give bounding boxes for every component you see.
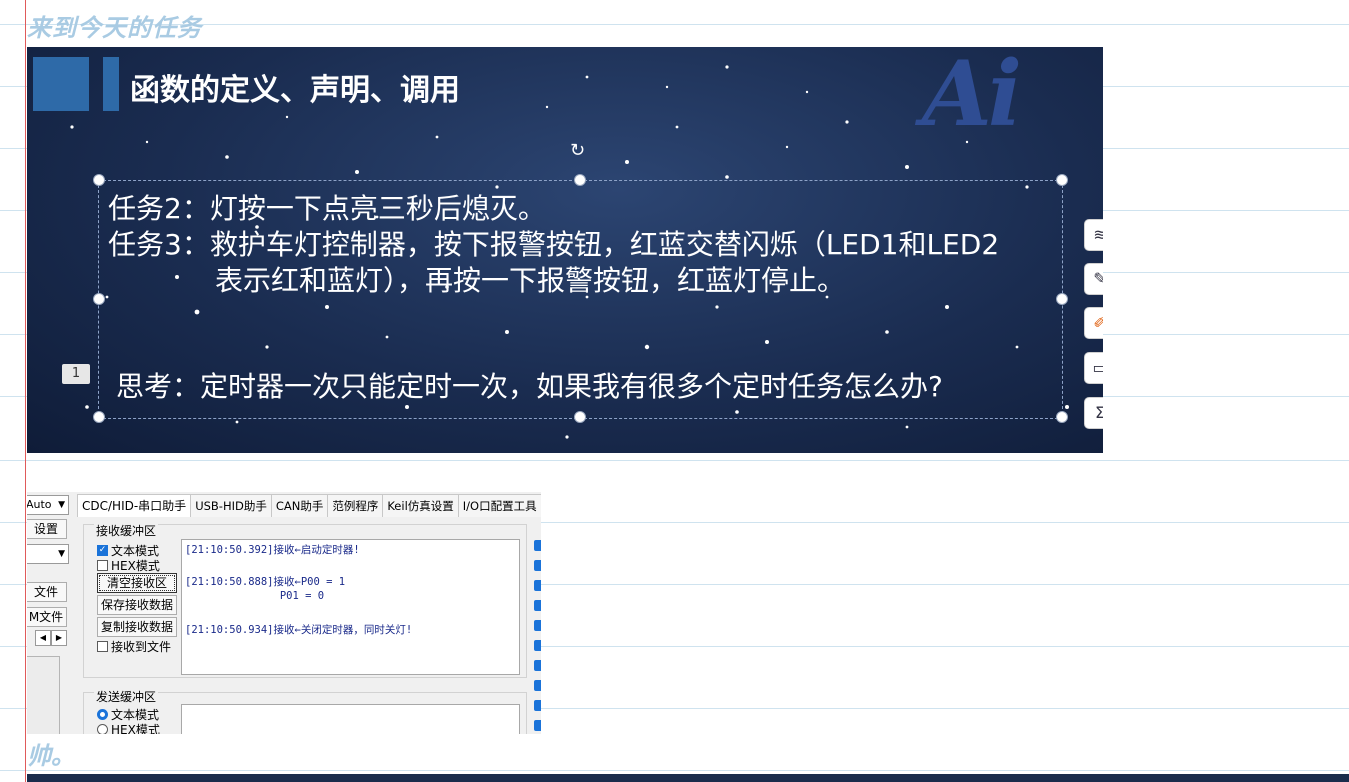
baud-select[interactable]: ▼ bbox=[27, 544, 69, 564]
radio-selected-icon bbox=[97, 709, 108, 720]
file-button[interactable]: 文件 bbox=[27, 582, 67, 602]
ruled-line bbox=[0, 460, 1349, 461]
ruled-line bbox=[0, 770, 1349, 771]
settings-button[interactable]: 设置 bbox=[27, 519, 67, 539]
radio-icon bbox=[97, 724, 108, 734]
resize-handle[interactable] bbox=[574, 411, 586, 423]
option-checkbox[interactable] bbox=[534, 700, 541, 711]
slide-image[interactable]: 函数的定义、声明、调用 Ai ↻ 任务2：灯按一下点亮三秒后熄灭。 任务3：救护… bbox=[27, 47, 1103, 453]
log-line: [21:10:50.392]接收←启动定时器! bbox=[185, 544, 360, 556]
ruled-line bbox=[0, 24, 1349, 25]
task-3-text-line1: 任务3：救护车灯控制器，按下报警按钮，红蓝交替闪烁（LED1和LED2 bbox=[108, 228, 1000, 261]
resize-handle[interactable] bbox=[93, 174, 105, 186]
clear-receive-button[interactable]: 清空接收区 bbox=[97, 573, 177, 593]
tab-can[interactable]: CAN助手 bbox=[270, 494, 329, 517]
save-receive-button[interactable]: 保存接收数据 bbox=[97, 595, 177, 615]
option-checkbox[interactable] bbox=[534, 560, 541, 571]
task-2-text: 任务2：灯按一下点亮三秒后熄灭。 bbox=[108, 192, 546, 225]
left-settings-column: Auto ▼ 设置 ▼ 文件 M文件 ◀ ▶ bbox=[27, 492, 71, 734]
receive-text-area[interactable]: [21:10:50.392]接收←启动定时器! [21:10:50.888]接收… bbox=[181, 539, 520, 675]
slide-logo: Ai bbox=[922, 47, 1022, 147]
option-checkbox[interactable] bbox=[534, 640, 541, 651]
task-3-text-line2: 表示红和蓝灯），再按一下报警按钮，红蓝灯停止。 bbox=[215, 264, 846, 297]
recv-hex-mode-label: HEX模式 bbox=[111, 559, 160, 573]
recv-hex-mode-checkbox[interactable]: HEX模式 bbox=[97, 557, 160, 574]
tab-io-config[interactable]: I/O口配置工具 bbox=[457, 494, 541, 517]
rotate-handle-icon[interactable]: ↻ bbox=[570, 140, 585, 161]
check-icon: ✓ bbox=[97, 545, 108, 556]
option-checkbox[interactable] bbox=[534, 680, 541, 691]
tab-bar: CDC/HID-串口助手 USB-HID助手 CAN助手 范例程序 Keil仿真… bbox=[77, 494, 541, 517]
chevron-down-icon: ▼ bbox=[58, 500, 65, 510]
chevron-down-icon: ▼ bbox=[58, 549, 65, 559]
checkbox-box bbox=[97, 560, 108, 571]
resize-handle[interactable] bbox=[1056, 411, 1068, 423]
log-line: [21:10:50.888]接收←P00 = 1 bbox=[185, 576, 346, 588]
slide-title-square bbox=[33, 57, 89, 111]
receive-buffer-label: 接收缓冲区 bbox=[94, 522, 159, 539]
log-line: P01 = 0 bbox=[185, 590, 325, 602]
send-text-area[interactable] bbox=[181, 704, 520, 734]
layers-icon[interactable]: ≋ bbox=[1084, 219, 1103, 251]
option-checkbox[interactable] bbox=[534, 720, 541, 731]
option-checkbox[interactable] bbox=[534, 540, 541, 551]
next-image-strip bbox=[27, 774, 1349, 782]
screen-icon[interactable]: ▭ bbox=[1084, 352, 1103, 384]
resize-handle[interactable] bbox=[93, 411, 105, 423]
pen-icon[interactable]: ✎ bbox=[1084, 263, 1103, 295]
serial-assistant-window: Auto ▼ 设置 ▼ 文件 M文件 ◀ ▶ CDC/HID-串口助手 USB-… bbox=[27, 492, 541, 734]
checkbox-box bbox=[97, 641, 108, 652]
note-heading: 来到今天的任务 bbox=[27, 14, 202, 42]
receive-to-file-label: 接收到文件 bbox=[111, 640, 172, 654]
notebook-margin-line bbox=[25, 0, 26, 782]
log-line: [21:10:50.934]接收←关闭定时器，同时关灯! bbox=[185, 624, 413, 636]
option-checkbox[interactable] bbox=[534, 600, 541, 611]
arrow-left-icon[interactable]: ◀ bbox=[35, 630, 51, 646]
arrow-right-icon[interactable]: ▶ bbox=[51, 630, 67, 646]
auto-select-value: Auto bbox=[27, 498, 52, 511]
option-checkbox[interactable] bbox=[534, 580, 541, 591]
slide-number-badge: 1 bbox=[62, 364, 90, 384]
send-hex-mode-radio[interactable]: HEX模式 bbox=[97, 721, 160, 734]
tab-cdc-hid-serial[interactable]: CDC/HID-串口助手 bbox=[77, 494, 192, 517]
copy-receive-button[interactable]: 复制接收数据 bbox=[97, 617, 177, 637]
resize-handle[interactable] bbox=[1056, 174, 1068, 186]
send-hex-mode-label: HEX模式 bbox=[111, 723, 160, 734]
think-question-text: 思考：定时器一次只能定时一次，如果我有很多个定时任务怎么办? bbox=[116, 370, 943, 403]
note-tail-text: 帅。 bbox=[27, 742, 75, 770]
formula-icon[interactable]: Σ bbox=[1084, 397, 1103, 429]
slide-title: 函数的定义、声明、调用 bbox=[130, 73, 460, 108]
resize-handle[interactable] bbox=[1056, 293, 1068, 305]
resize-handle[interactable] bbox=[93, 293, 105, 305]
tab-usb-hid[interactable]: USB-HID助手 bbox=[190, 494, 272, 517]
tab-keil-sim[interactable]: Keil仿真设置 bbox=[382, 494, 459, 517]
option-checkbox[interactable] bbox=[534, 660, 541, 671]
highlighter-icon[interactable]: ✐ bbox=[1084, 307, 1103, 339]
send-buffer-label: 发送缓冲区 bbox=[94, 688, 159, 705]
tab-examples[interactable]: 范例程序 bbox=[327, 494, 384, 517]
file-button-2[interactable]: M文件 bbox=[27, 607, 67, 627]
resize-handle[interactable] bbox=[574, 174, 586, 186]
auto-select[interactable]: Auto ▼ bbox=[27, 495, 69, 515]
option-checkbox[interactable] bbox=[534, 620, 541, 631]
receive-to-file-checkbox[interactable]: 接收到文件 bbox=[97, 638, 171, 655]
left-panel-box bbox=[27, 656, 60, 734]
slide-title-bar bbox=[103, 57, 119, 111]
